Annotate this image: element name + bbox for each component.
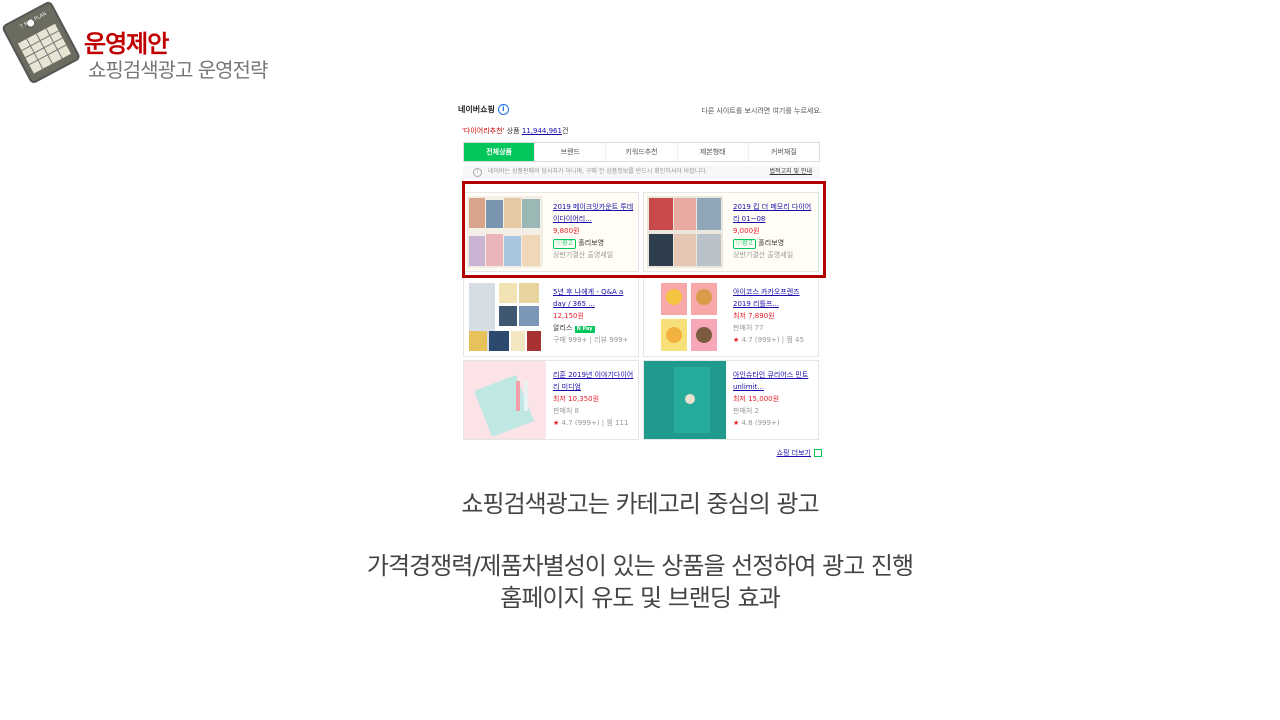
tab-brand[interactable]: 브랜드 (534, 143, 605, 161)
product-name[interactable]: 5년 후 나에게 - Q&A a day / 365 ... (553, 286, 637, 310)
seller-count[interactable]: 판매처 77 (733, 322, 817, 334)
tab-keyword[interactable]: 키워드추천 (605, 143, 676, 161)
naver-shopping-screenshot: 네이버쇼핑 i 다른 사이트를 보시려면 여기를 누르세요. '다이어리추천' 상… (456, 98, 826, 466)
result-count: '다이어리추천' 상품 11,944,961건 (462, 127, 569, 135)
shopping-more-link[interactable]: 쇼핑 더보기 (777, 448, 822, 458)
arrow-icon (814, 449, 822, 457)
plan-tag-icon: T NAY PLAN (2, 1, 80, 83)
product-image[interactable] (467, 281, 543, 353)
rating-text: 4.8 (999+) (741, 419, 780, 427)
product-card-3[interactable]: 5년 후 나에게 - Q&A a day / 365 ... 12,150원 알… (463, 277, 639, 357)
npay-badge: N Pay (574, 326, 595, 333)
rating-text: 4.7 (999+) | 찜 111 (561, 419, 629, 427)
product-card-5[interactable]: 리훈 2019년 이야기다이어리 미디엄 최저 10,350원 판매처 8 ★ … (463, 360, 639, 440)
shopping-header: 네이버쇼핑 i 다른 사이트를 보시려면 여기를 누르세요. (458, 104, 822, 116)
product-image[interactable] (644, 361, 726, 439)
tab-all-products[interactable]: 전체상품 (464, 143, 535, 161)
category-tabs: 전체상품 브랜드 키워드추천 제본형태 커버재질 (463, 142, 820, 162)
tab-cover[interactable]: 커버재질 (747, 143, 819, 161)
seller-name[interactable]: 알리스 (553, 324, 572, 332)
brand-label: 네이버쇼핑 i (458, 104, 509, 115)
product-name[interactable]: 아인슈타인 큐리어스 민트 unlimit... (733, 369, 817, 393)
other-site-note[interactable]: 다른 사이트를 보시려면 여기를 누르세요. (701, 106, 822, 116)
result-count-link[interactable]: 11,944,961 (522, 127, 562, 135)
info-icon[interactable]: i (497, 104, 509, 115)
seller-count[interactable]: 판매처 2 (733, 405, 817, 417)
product-card-4[interactable]: 아이코스 카카오프렌즈 2019 리틀프... 최저 7,890원 판매처 77… (643, 277, 819, 357)
product-name[interactable]: 리훈 2019년 이야기다이어리 미디엄 (553, 369, 637, 393)
caption-line-3: 홈페이지 유도 및 브랜딩 효과 (500, 584, 780, 612)
product-card-6[interactable]: 아인슈타인 큐리어스 민트 unlimit... 최저 15,000원 판매처 … (643, 360, 819, 440)
product-price: 최저 7,890원 (733, 312, 775, 320)
info-icon: i (473, 168, 482, 177)
product-name[interactable]: 아이코스 카카오프렌즈 2019 리틀프... (733, 286, 817, 310)
product-price: 12,150원 (553, 312, 584, 320)
legal-notice: i 네이버는 상품판매의 당사자가 아니며, 구매 전 상품정보를 반드시 확인하… (463, 166, 820, 178)
caption-line-1: 쇼핑검색광고는 카테고리 중심의 광고 (461, 490, 819, 518)
rating-text: 4.7 (999+) | 찜 45 (741, 336, 804, 344)
product-price: 최저 15,000원 (733, 395, 780, 403)
product-price: 최저 10,350원 (553, 395, 600, 403)
page-subtitle: 쇼핑검색광고 운영전략 (88, 58, 268, 82)
tab-binding[interactable]: 제본형태 (676, 143, 748, 161)
ad-highlight-box (462, 181, 826, 278)
seller-count[interactable]: 판매처 8 (553, 405, 637, 417)
legal-notice-link[interactable]: 법적고지 및 안내 (770, 166, 812, 178)
review-stats: 구매 999+ | 리뷰 999+ (553, 336, 629, 344)
product-image[interactable] (647, 281, 723, 353)
caption-line-2: 가격경쟁력/제품차별성이 있는 상품을 선정하여 광고 진행 (366, 552, 914, 580)
star-icon: ★ (733, 336, 740, 344)
product-image[interactable] (464, 361, 546, 439)
star-icon: ★ (553, 419, 560, 427)
star-icon: ★ (733, 419, 740, 427)
